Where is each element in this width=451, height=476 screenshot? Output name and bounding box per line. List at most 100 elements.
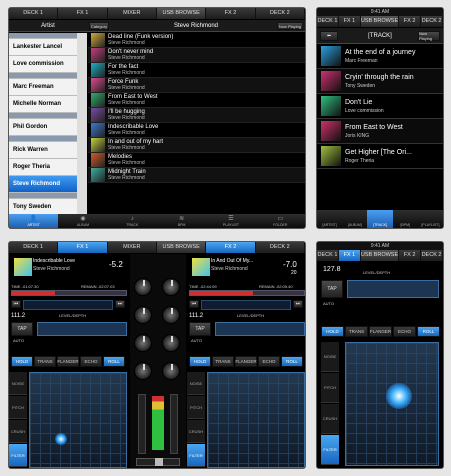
- phone-tap-button[interactable]: TAP: [321, 280, 343, 298]
- fx-side-pitch[interactable]: PITCH: [321, 373, 339, 403]
- bottom-tab-folder[interactable]: ▭ FOLDER: [256, 214, 305, 228]
- phone-bottom-tab[interactable]: [BPM]: [393, 210, 418, 228]
- tab-fx-2[interactable]: FX 2: [206, 8, 256, 19]
- tab-deck-1[interactable]: DECK 1: [9, 242, 59, 253]
- fx-roll-button[interactable]: ROLL: [417, 326, 440, 337]
- fx-roll-button[interactable]: ROLL: [103, 356, 125, 367]
- knob-right-mid[interactable]: [162, 306, 180, 324]
- tab-usb-browse[interactable]: USB BROWSE: [156, 8, 207, 19]
- fx-side-pitch[interactable]: PITCH: [187, 396, 205, 419]
- phone-auto[interactable]: AUTO: [323, 301, 334, 306]
- deck-right-next-button[interactable]: ⏭: [293, 300, 303, 308]
- knob-left-hi[interactable]: [134, 278, 152, 296]
- deck-left-next-button[interactable]: ⏭: [115, 300, 125, 308]
- deck-left-auto[interactable]: AUTO: [13, 338, 24, 343]
- fx-side-noise[interactable]: NOISE: [9, 372, 27, 395]
- artist-item[interactable]: Roger Theria: [9, 159, 77, 176]
- track-row[interactable]: Dead line (Funk version) Steve Richmond: [88, 33, 305, 48]
- fx-trans-button[interactable]: TRANS: [345, 326, 368, 337]
- fx-side-crush[interactable]: CRUSH: [9, 420, 27, 443]
- fx-trans-button[interactable]: TRANS: [34, 356, 56, 367]
- now-playing-button[interactable]: Now Playing: [277, 22, 303, 30]
- fx-side-filter[interactable]: FILTER: [187, 444, 205, 467]
- phone-xy-pad[interactable]: [345, 342, 439, 466]
- fx-side-filter[interactable]: FILTER: [321, 435, 339, 465]
- tab-fx-1[interactable]: FX 1: [338, 250, 361, 261]
- fx-side-crush[interactable]: CRUSH: [321, 404, 339, 434]
- artist-item[interactable]: Marc Freeman: [9, 79, 77, 96]
- track-row[interactable]: Don't never mind Steve Richmond: [88, 48, 305, 63]
- phone-bottom-tab[interactable]: [ARTIST]: [317, 210, 342, 228]
- knob-right-hi[interactable]: [162, 278, 180, 296]
- tab-deck-1[interactable]: DECK 1: [317, 250, 339, 261]
- knob-right-filter[interactable]: [162, 362, 180, 380]
- bottom-tab-artist[interactable]: 👤 ARTIST: [9, 214, 59, 228]
- track-row[interactable]: I'll be hugging Steve Richmond: [88, 108, 305, 123]
- tab-deck-1[interactable]: DECK 1: [9, 8, 59, 19]
- bottom-tab-album[interactable]: ◉ ALBUM: [58, 214, 107, 228]
- category-button[interactable]: Category: [89, 22, 109, 30]
- phone-now-playing-button[interactable]: Now Playing: [418, 31, 440, 41]
- fx-side-noise[interactable]: NOISE: [321, 342, 339, 372]
- knob-right-low[interactable]: [162, 334, 180, 352]
- artist-item[interactable]: Steve Richmond: [9, 176, 77, 193]
- bottom-tab-track[interactable]: ♪ TRACK: [108, 214, 157, 228]
- tab-deck-2[interactable]: DECK 2: [421, 250, 443, 261]
- phone-bottom-tab[interactable]: [ALBUM]: [342, 210, 367, 228]
- fx-side-noise[interactable]: NOISE: [187, 372, 205, 395]
- fx-hold-button[interactable]: HOLD: [189, 356, 211, 367]
- phone-bottom-tab[interactable]: [TRACK]: [367, 210, 393, 228]
- channel-fader-left[interactable]: [138, 394, 146, 454]
- tab-fx-1[interactable]: FX 1: [339, 16, 361, 27]
- track-row[interactable]: In and out of my hart Steve Richmond: [88, 138, 305, 153]
- track-row[interactable]: Melodies Steve Richmond: [88, 153, 305, 168]
- phone-track-row[interactable]: From East to West Joris KING: [317, 119, 443, 144]
- phone-track-row[interactable]: Cryin' through the rain Tony Sweden: [317, 69, 443, 94]
- fx-side-pitch[interactable]: PITCH: [9, 396, 27, 419]
- fx-echo-button[interactable]: ECHO: [393, 326, 416, 337]
- artist-item[interactable]: Michelle Norman: [9, 96, 77, 113]
- tab-mixer[interactable]: MIXER: [108, 8, 157, 19]
- tab-fx-1[interactable]: FX 1: [58, 242, 108, 253]
- tab-fx-1[interactable]: FX 1: [58, 8, 108, 19]
- tab-usb-browse[interactable]: USB BROWSE: [360, 16, 400, 27]
- tab-usb-browse[interactable]: USB BROWSE: [156, 242, 207, 253]
- deck-left-xy-pad[interactable]: [29, 372, 127, 468]
- phone-pad-cursor[interactable]: [386, 383, 412, 409]
- artist-item[interactable]: Love commission: [9, 56, 77, 73]
- deck-right-progress[interactable]: [189, 290, 305, 296]
- bottom-tab-bpm[interactable]: ≋ BPM: [157, 214, 206, 228]
- track-row[interactable]: Force Funk Steve Richmond: [88, 78, 305, 93]
- deck-left-tap-button[interactable]: TAP: [11, 322, 33, 336]
- knob-left-filter[interactable]: [134, 362, 152, 380]
- fx-flanger-button[interactable]: FLANGER: [57, 356, 79, 367]
- fx-flanger-button[interactable]: FLANGER: [235, 356, 257, 367]
- phone-level-slider[interactable]: [347, 280, 439, 298]
- track-row[interactable]: From East to West Steve Richmond: [88, 93, 305, 108]
- channel-fader-right[interactable]: [170, 394, 178, 454]
- track-row[interactable]: Indescribable Love Steve Richmond: [88, 123, 305, 138]
- tab-deck-2[interactable]: DECK 2: [421, 16, 443, 27]
- phone-track-row[interactable]: Get Higher [The Ori... Roger Theria: [317, 144, 443, 169]
- phone-track-row[interactable]: Don't Lie Love commission: [317, 94, 443, 119]
- artist-item[interactable]: Rick Warren: [9, 142, 77, 159]
- deck-left-pad-cursor[interactable]: [55, 433, 67, 445]
- artist-item[interactable]: Phil Gordon: [9, 119, 77, 136]
- tab-fx-2[interactable]: FX 2: [399, 250, 422, 261]
- track-row[interactable]: For the fact Steve Richmond: [88, 63, 305, 78]
- bottom-tab-playlist[interactable]: ☰ PLAYLIST: [206, 214, 255, 228]
- deck-right-prev-button[interactable]: ⏮: [189, 300, 199, 308]
- fx-side-filter[interactable]: FILTER: [9, 444, 27, 467]
- phone-bottom-tab[interactable]: [PLAYLIST]: [418, 210, 443, 228]
- deck-right-xy-pad[interactable]: [207, 372, 305, 468]
- fx-echo-button[interactable]: ECHO: [258, 356, 280, 367]
- fx-trans-button[interactable]: TRANS: [212, 356, 234, 367]
- tab-usb-browse[interactable]: USB BROWSE: [360, 250, 400, 261]
- tab-fx-2[interactable]: FX 2: [399, 16, 422, 27]
- tab-mixer[interactable]: MIXER: [108, 242, 157, 253]
- phone-track-row[interactable]: At the end of a journey Marc Freeman: [317, 44, 443, 69]
- knob-left-low[interactable]: [134, 334, 152, 352]
- back-button[interactable]: ⬅: [320, 31, 338, 41]
- tab-deck-1[interactable]: DECK 1: [317, 16, 339, 27]
- fx-roll-button[interactable]: ROLL: [281, 356, 303, 367]
